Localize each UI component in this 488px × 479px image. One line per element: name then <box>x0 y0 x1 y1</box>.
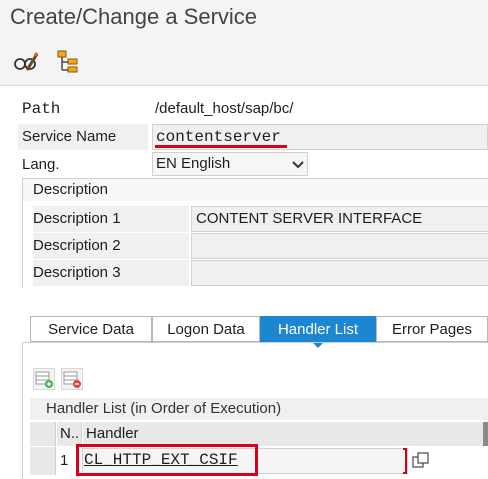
hierarchy-button[interactable] <box>54 48 82 76</box>
display-change-button[interactable] <box>12 48 40 76</box>
delete-row-button[interactable] <box>61 368 83 390</box>
path-label: Path <box>22 100 61 118</box>
description-2-label-text: Description 2 <box>33 237 121 254</box>
description-header-label: Description <box>33 181 109 198</box>
insert-row-icon <box>35 371 53 388</box>
chevron-down-icon <box>291 156 305 172</box>
column-header-handler[interactable]: Handler <box>83 422 483 446</box>
tab-error-pages[interactable]: Error Pages <box>376 316 488 342</box>
service-name-value: contentserver <box>156 128 281 146</box>
lang-value: EN English <box>156 155 231 172</box>
description-3-field[interactable] <box>191 260 488 286</box>
hierarchy-icon <box>57 50 78 73</box>
value-help-button[interactable] <box>410 450 432 472</box>
description-header: Description <box>23 179 488 201</box>
display-change-icon <box>14 52 39 71</box>
column-header-n-label: N.. <box>60 425 80 442</box>
lang-dropdown[interactable]: EN English <box>152 152 308 176</box>
value-help-icon <box>412 452 429 468</box>
service-name-label: Service Name <box>22 128 117 145</box>
title-bar: Create/Change a Service <box>0 0 488 38</box>
path-value: /default_host/sap/bc/ <box>155 100 294 117</box>
description-2-field[interactable] <box>191 233 488 259</box>
tab-handler-list-label: Handler List <box>277 321 359 338</box>
tab-error-pages-label: Error Pages <box>391 321 473 338</box>
description-1-label: Description 1 <box>33 206 189 232</box>
window-title: Create/Change a Service <box>10 4 258 29</box>
row-selector[interactable] <box>30 447 56 475</box>
column-header-handler-label: Handler <box>86 425 139 442</box>
tab-logon-data[interactable]: Logon Data <box>152 316 260 342</box>
description-panel: Description Description 1 CONTENT SERVER… <box>22 178 488 288</box>
handler-table-title: Handler List (in Order of Execution) <box>30 398 488 420</box>
description-1-label-text: Description 1 <box>33 210 121 227</box>
insert-row-button[interactable] <box>33 368 55 390</box>
tab-service-data[interactable]: Service Data <box>30 316 152 342</box>
description-1-field[interactable]: CONTENT SERVER INTERFACE <box>191 206 488 232</box>
description-3-label: Description 3 <box>33 260 189 286</box>
delete-row-icon <box>63 371 81 388</box>
tab-service-data-label: Service Data <box>48 321 134 338</box>
description-3-label-text: Description 3 <box>33 264 121 281</box>
description-1-value: CONTENT SERVER INTERFACE <box>196 210 423 227</box>
tab-handler-list[interactable]: Handler List <box>260 316 376 342</box>
required-marker <box>403 448 407 474</box>
description-2-label: Description 2 <box>33 233 189 259</box>
row-1-n-value: 1 <box>60 452 69 469</box>
row-1-handler-value[interactable]: CL_HTTP_EXT_CSIF <box>84 451 238 469</box>
tab-logon-data-label: Logon Data <box>167 321 245 338</box>
application-toolbar <box>0 38 488 86</box>
table-scrollbar[interactable] <box>483 422 488 446</box>
handler-table-title-text: Handler List (in Order of Execution) <box>46 400 282 417</box>
service-name-highlight <box>155 145 287 148</box>
row-selector-header <box>30 422 56 446</box>
column-header-n[interactable]: N.. <box>57 422 82 446</box>
tabstrip: Service Data Logon Data Handler List Err… <box>30 316 488 342</box>
lang-label: Lang. <box>22 156 60 173</box>
